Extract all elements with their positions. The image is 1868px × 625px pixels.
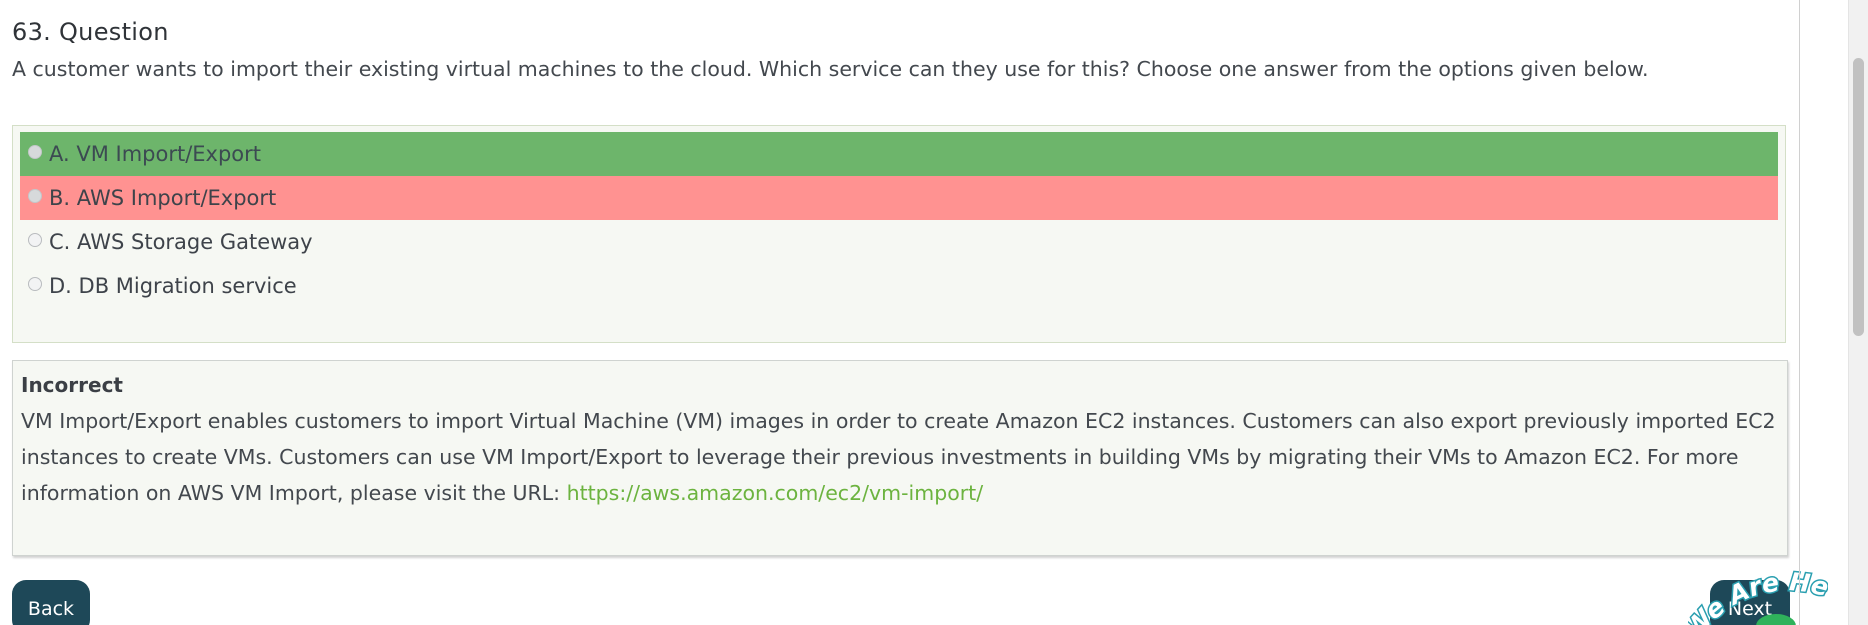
scrollbar-thumb[interactable]: [1853, 58, 1864, 336]
page-divider: [1799, 0, 1800, 625]
option-b[interactable]: B. AWS Import/Export: [20, 176, 1778, 220]
options-list: A. VM Import/Export B. AWS Import/Export…: [12, 125, 1786, 343]
back-button[interactable]: Back: [12, 580, 90, 625]
option-d[interactable]: D. DB Migration service: [20, 264, 1778, 308]
option-label: B. AWS Import/Export: [49, 186, 277, 210]
question-title: 63. Question: [12, 18, 169, 46]
result-heading: Incorrect: [21, 373, 123, 397]
radio-button-icon[interactable]: [28, 189, 42, 203]
radio-button-icon[interactable]: [28, 277, 42, 291]
option-c[interactable]: C. AWS Storage Gateway: [20, 220, 1778, 264]
option-label: D. DB Migration service: [49, 274, 297, 298]
question-text: A customer wants to import their existin…: [12, 57, 1649, 81]
explanation-panel: Incorrect VM Import/Export enables custo…: [12, 360, 1788, 556]
option-a[interactable]: A. VM Import/Export: [20, 132, 1778, 176]
option-label: C. AWS Storage Gateway: [49, 230, 313, 254]
vertical-scrollbar[interactable]: [1848, 0, 1868, 625]
reference-link[interactable]: https://aws.amazon.com/ec2/vm-import/: [567, 481, 984, 505]
radio-button-icon[interactable]: [28, 233, 42, 247]
explanation-text: VM Import/Export enables customers to im…: [21, 403, 1781, 511]
radio-button-icon[interactable]: [28, 145, 42, 159]
quiz-page: 63. Question A customer wants to import …: [0, 0, 1868, 625]
option-label: A. VM Import/Export: [49, 142, 262, 166]
